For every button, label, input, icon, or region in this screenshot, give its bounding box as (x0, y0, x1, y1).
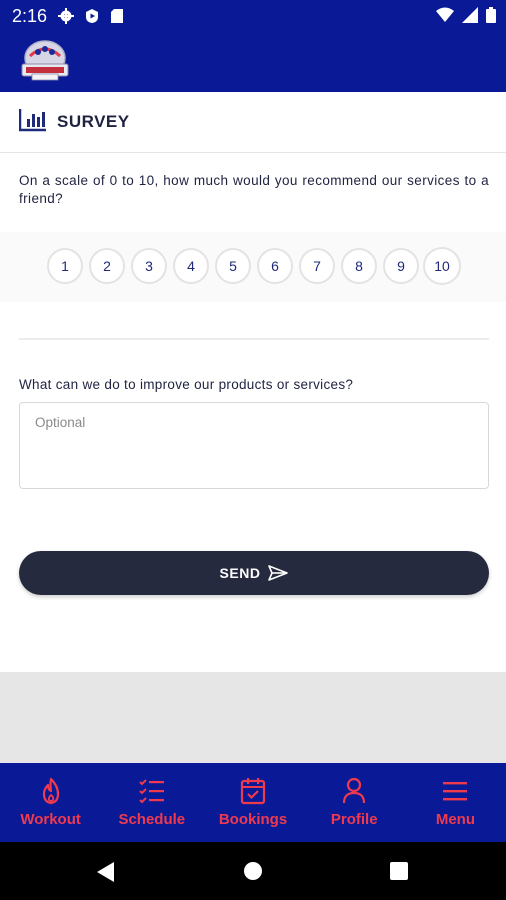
gear-icon (58, 8, 74, 24)
rating-option-4[interactable]: 4 (173, 248, 209, 284)
hamburger-icon (443, 782, 468, 801)
rating-option-3[interactable]: 3 (131, 248, 167, 284)
back-icon[interactable] (96, 861, 116, 883)
home-icon[interactable] (243, 861, 263, 881)
person-icon (343, 777, 366, 804)
rating-option-5[interactable]: 5 (215, 248, 251, 284)
rating-option-1[interactable]: 1 (47, 248, 83, 284)
signal-icon (462, 7, 478, 23)
bar-chart-icon (19, 109, 46, 132)
nav-label-schedule: Schedule (118, 811, 186, 828)
feedback-placeholder: Optional (35, 415, 86, 430)
rating-option-2[interactable]: 2 (89, 248, 125, 284)
battery-icon (486, 7, 496, 23)
bottom-nav: Workout Schedule Bookings Profile Menu (0, 763, 506, 842)
nav-label-bookings: Bookings (218, 811, 288, 828)
nav-schedule[interactable]: Schedule (101, 763, 202, 842)
card-footer (0, 632, 506, 672)
rating-scale: 1 2 3 4 5 6 7 8 9 10 (0, 232, 506, 302)
nav-menu[interactable]: Menu (405, 763, 506, 842)
nav-bookings[interactable]: Bookings (202, 763, 303, 842)
rating-option-7[interactable]: 7 (299, 248, 335, 284)
rating-option-6[interactable]: 6 (257, 248, 293, 284)
checklist-icon (139, 779, 164, 804)
rating-option-10[interactable]: 10 (423, 247, 461, 285)
flame-icon (42, 777, 59, 805)
rating-option-9[interactable]: 9 (383, 248, 419, 284)
nav-label-menu: Menu (435, 811, 475, 828)
calendar-check-icon (240, 778, 266, 805)
survey-header: SURVEY (0, 92, 506, 153)
nav-profile[interactable]: Profile (304, 763, 405, 842)
wifi-icon (436, 7, 454, 22)
brand-logo[interactable] (18, 38, 72, 82)
system-nav-bar (0, 842, 506, 900)
status-bar: 2:16 (0, 0, 506, 30)
section-divider (19, 338, 489, 340)
send-button[interactable]: SEND (19, 551, 489, 595)
survey-card: SURVEY On a scale of 0 to 10, how much w… (0, 92, 506, 632)
app-bar (0, 30, 506, 92)
nav-label-workout: Workout (20, 811, 81, 828)
sd-card-icon (111, 9, 123, 23)
feedback-textarea[interactable]: Optional (19, 402, 489, 489)
status-time: 2:16 (12, 6, 48, 26)
nav-workout[interactable]: Workout (0, 763, 101, 842)
recommend-question: On a scale of 0 to 10, how much would yo… (19, 173, 489, 206)
shield-play-icon (86, 9, 98, 23)
improve-question: What can we do to improve our products o… (19, 377, 354, 392)
nav-label-profile: Profile (330, 811, 378, 828)
recents-icon[interactable] (390, 862, 408, 880)
send-icon (268, 565, 289, 581)
rating-option-8[interactable]: 8 (341, 248, 377, 284)
send-label: SEND (219, 565, 261, 581)
survey-title: SURVEY (57, 112, 130, 131)
